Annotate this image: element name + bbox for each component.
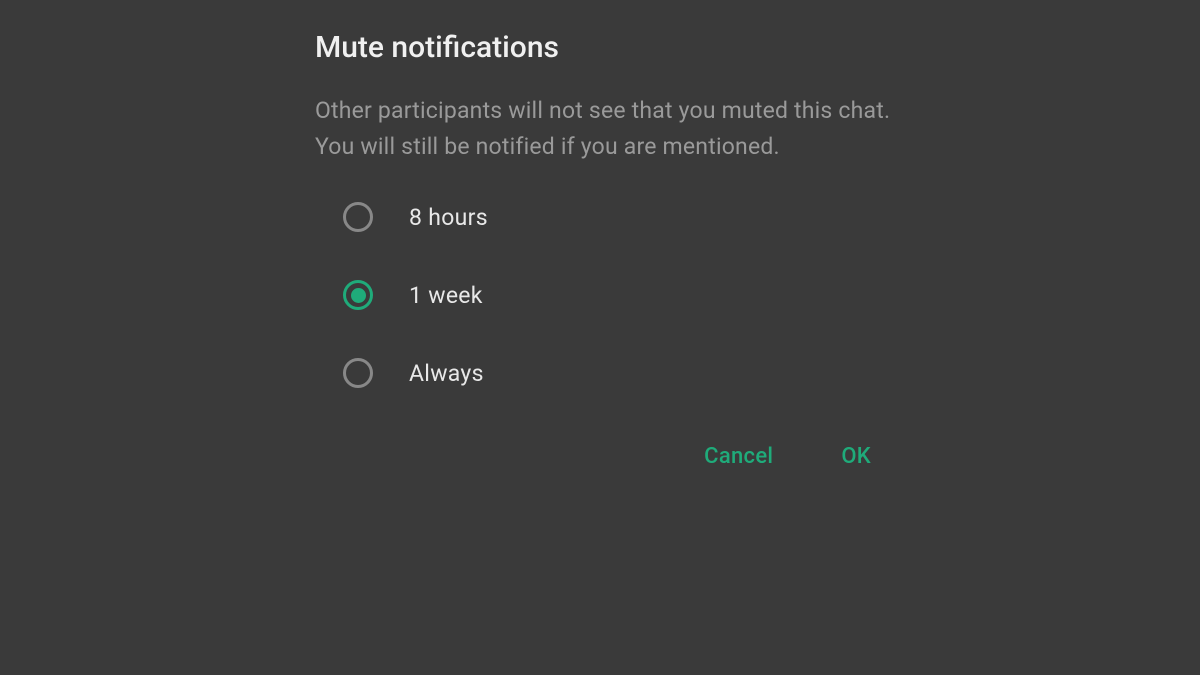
radio-button-icon [343,358,373,388]
radio-option-8-hours[interactable]: 8 hours [343,202,895,232]
ok-button[interactable]: OK [837,436,875,477]
dialog-title: Mute notifications [315,30,895,65]
radio-label: Always [409,360,484,387]
cancel-button[interactable]: Cancel [700,436,777,477]
radio-label: 8 hours [409,204,488,231]
mute-notifications-dialog: Mute notifications Other participants wi… [315,30,895,477]
dialog-actions: Cancel OK [315,436,895,477]
radio-button-selected-icon [343,280,373,310]
mute-duration-radio-group: 8 hours 1 week Always [315,202,895,388]
radio-label: 1 week [409,282,483,309]
radio-inner-dot-icon [351,288,366,303]
dialog-description: Other participants will not see that you… [315,93,895,164]
radio-button-icon [343,202,373,232]
radio-option-1-week[interactable]: 1 week [343,280,895,310]
radio-option-always[interactable]: Always [343,358,895,388]
